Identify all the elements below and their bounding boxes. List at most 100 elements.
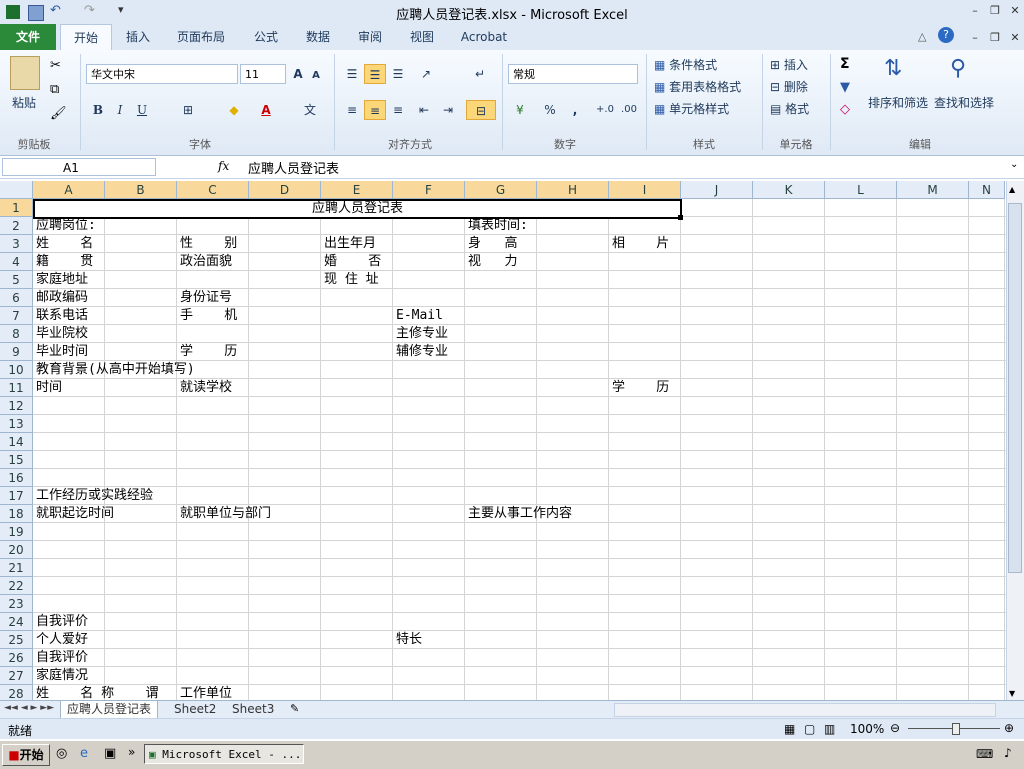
align-bottom-icon[interactable]: ☰: [388, 64, 408, 84]
sheet-tab-3[interactable]: Sheet3: [226, 701, 280, 718]
fill-handle[interactable]: [678, 215, 683, 220]
taskbar-excel-button[interactable]: ▣ Microsoft Excel - ...: [144, 744, 304, 764]
format-as-table-button[interactable]: ▦ 套用表格格式: [654, 78, 758, 95]
cell-c6[interactable]: 身份证号: [180, 289, 232, 307]
horizontal-scrollbar[interactable]: [614, 703, 996, 717]
insert-function-button[interactable]: fx: [218, 159, 229, 173]
row-header-22[interactable]: 22: [0, 577, 33, 595]
column-header-b[interactable]: B: [105, 181, 177, 199]
cell-c3[interactable]: 性 别: [180, 235, 237, 253]
row-header-3[interactable]: 3: [0, 235, 33, 253]
cell-a28[interactable]: 姓 名 称 谓: [36, 685, 158, 701]
column-header-i[interactable]: I: [609, 181, 681, 199]
cell-g3[interactable]: 身 高: [468, 235, 517, 253]
ribbon-minimize-icon[interactable]: △: [918, 30, 926, 43]
bold-button[interactable]: B: [90, 100, 106, 120]
cell-a11[interactable]: 时间: [36, 379, 62, 397]
fill-icon[interactable]: ▼: [840, 80, 850, 95]
cell-c7[interactable]: 手 机: [180, 307, 237, 325]
row-header-24[interactable]: 24: [0, 613, 33, 631]
cell-g4[interactable]: 视 力: [468, 253, 517, 271]
cut-icon[interactable]: ✂: [50, 58, 61, 73]
row-header-7[interactable]: 7: [0, 307, 33, 325]
wrap-text-icon[interactable]: ↵: [470, 64, 490, 84]
cell-f25[interactable]: 特长: [396, 631, 422, 649]
scroll-up-icon[interactable]: ▲: [1009, 185, 1015, 194]
cell-f9[interactable]: 辅修专业: [396, 343, 448, 361]
tab-insert[interactable]: 插入: [118, 24, 158, 50]
cell-f8[interactable]: 主修专业: [396, 325, 448, 343]
cell-i11[interactable]: 学 历: [612, 379, 669, 397]
minimize-icon[interactable]: –: [966, 3, 984, 19]
decrease-indent-icon[interactable]: ⇤: [414, 100, 434, 120]
row-header-19[interactable]: 19: [0, 523, 33, 541]
cell-c9[interactable]: 学 历: [180, 343, 237, 361]
zoom-in-icon[interactable]: ⊕: [1004, 721, 1014, 735]
row-header-18[interactable]: 18: [0, 505, 33, 523]
column-header-c[interactable]: C: [177, 181, 249, 199]
fill-color-icon[interactable]: ◆: [224, 100, 244, 120]
cell-c18[interactable]: 就职单位与部门: [180, 505, 271, 523]
cell-c4[interactable]: 政治面貌: [180, 253, 232, 271]
quicklaunch-icon[interactable]: ◎: [56, 746, 67, 761]
more-icon[interactable]: »: [128, 745, 135, 759]
column-header-f[interactable]: F: [393, 181, 465, 199]
row-header-15[interactable]: 15: [0, 451, 33, 469]
number-format-combo[interactable]: 常规: [508, 64, 638, 84]
column-header-j[interactable]: J: [681, 181, 753, 199]
help-icon[interactable]: ?: [938, 27, 954, 43]
cell-g18[interactable]: 主要从事工作内容: [468, 505, 572, 523]
cell-f7[interactable]: E-Mail: [396, 307, 443, 325]
zoom-slider-handle[interactable]: [952, 723, 960, 735]
conditional-format-button[interactable]: ▦ 条件格式: [654, 56, 754, 73]
zoom-out-icon[interactable]: ⊖: [890, 721, 900, 735]
cell-e3[interactable]: 出生年月: [324, 235, 376, 253]
column-header-k[interactable]: K: [753, 181, 825, 199]
copy-icon[interactable]: ⧉: [50, 82, 59, 97]
cell-a5[interactable]: 家庭地址: [36, 271, 88, 289]
page-layout-view-icon[interactable]: ▢: [804, 722, 815, 736]
scroll-down-icon[interactable]: ▼: [1009, 689, 1015, 698]
doc-restore-icon[interactable]: ❐: [986, 30, 1004, 46]
cell-a26[interactable]: 自我评价: [36, 649, 88, 667]
cell-a9[interactable]: 毕业时间: [36, 343, 88, 361]
cell-a25[interactable]: 个人爱好: [36, 631, 88, 649]
increase-indent-icon[interactable]: ⇥: [438, 100, 458, 120]
row-header-2[interactable]: 2: [0, 217, 33, 235]
column-header-e[interactable]: E: [321, 181, 393, 199]
sort-filter-button[interactable]: 排序和筛选: [868, 94, 928, 111]
row-header-12[interactable]: 12: [0, 397, 33, 415]
tab-view[interactable]: 视图: [402, 24, 442, 50]
vertical-scrollbar[interactable]: ▲ ▼: [1006, 181, 1024, 701]
worksheet-grid[interactable]: ABCDEFGHIJKLMN 1 2 3 4 5 6 7 8 9 10 11 12 13 14 15 16 17…: [0, 181, 1008, 701]
cell-g2[interactable]: 填表时间:: [468, 217, 528, 235]
cell-i3[interactable]: 相 片: [612, 235, 669, 253]
speaker-icon[interactable]: ♪: [1004, 746, 1012, 760]
format-painter-icon[interactable]: 🖌: [50, 106, 67, 121]
tab-formulas[interactable]: 公式: [246, 24, 286, 50]
formula-input[interactable]: 应聘人员登记表: [248, 158, 339, 177]
cell-a6[interactable]: 邮政编码: [36, 289, 88, 307]
cell-a2[interactable]: 应聘岗位:: [36, 217, 96, 235]
cell-a8[interactable]: 毕业院校: [36, 325, 88, 343]
clear-icon[interactable]: ◇: [840, 102, 850, 117]
align-left-icon[interactable]: ≡: [342, 100, 362, 120]
tab-data[interactable]: 数据: [298, 24, 338, 50]
cell-styles-button[interactable]: ▦ 单元格样式: [654, 100, 754, 117]
row-header-26[interactable]: 26: [0, 649, 33, 667]
column-header-g[interactable]: G: [465, 181, 537, 199]
normal-view-icon[interactable]: ▦: [784, 722, 795, 736]
cell-a18[interactable]: 就职起讫时间: [36, 505, 114, 523]
paste-button[interactable]: 粘贴: [12, 94, 36, 111]
font-name-combo[interactable]: 华文中宋: [86, 64, 238, 84]
cell-a3[interactable]: 姓 名: [36, 235, 93, 253]
grow-font-icon[interactable]: A: [290, 64, 306, 84]
align-middle-icon[interactable]: ☰: [364, 64, 386, 84]
paste-icon[interactable]: [10, 56, 40, 90]
percent-button[interactable]: %: [542, 100, 558, 120]
insert-sheet-icon[interactable]: ✎: [290, 702, 299, 715]
cell-a24[interactable]: 自我评价: [36, 613, 88, 631]
vertical-scroll-thumb[interactable]: [1008, 203, 1022, 573]
font-size-combo[interactable]: 11: [240, 64, 286, 84]
row-header-21[interactable]: 21: [0, 559, 33, 577]
